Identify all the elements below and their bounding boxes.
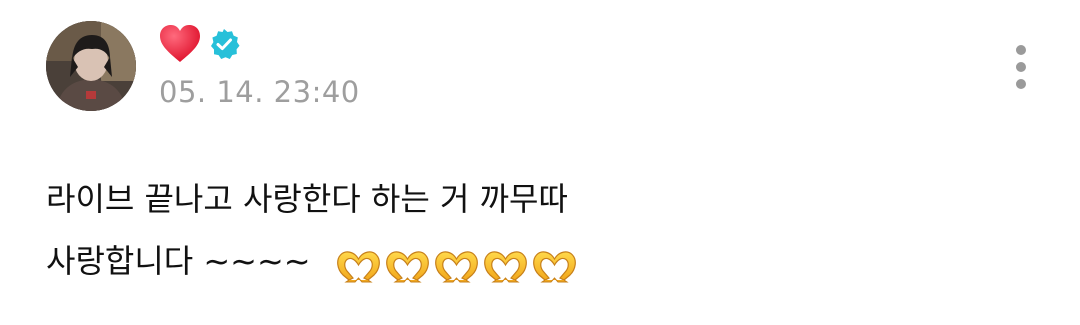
heart-hands-icon xyxy=(434,251,478,283)
more-vertical-icon xyxy=(1016,45,1026,55)
heart-icon xyxy=(158,24,202,64)
more-vertical-icon-dot xyxy=(1016,79,1026,89)
more-options-button[interactable] xyxy=(1004,40,1038,94)
more-vertical-icon-dot xyxy=(1016,62,1026,72)
heart-hands-emoji-group xyxy=(335,232,580,294)
post-body-line-2: 사랑합니다 ~~~~ xyxy=(46,242,311,280)
author-name-row xyxy=(158,22,240,66)
post-timestamp: 05. 14. 23:40 xyxy=(159,75,360,109)
heart-hands-icon xyxy=(336,251,380,283)
post-card: 05. 14. 23:40 라이브 끝나고 사랑한다 하는 거 까무따 사랑합니… xyxy=(0,0,1080,325)
heart-hands-icon xyxy=(385,251,429,283)
post-body-line-2-container: 사랑합니다 ~~~~ xyxy=(46,230,1036,294)
heart-hands-icon xyxy=(532,251,576,283)
post-body: 라이브 끝나고 사랑한다 하는 거 까무따 사랑합니다 ~~~~ xyxy=(46,168,1036,294)
avatar[interactable] xyxy=(46,21,136,111)
verified-badge-icon xyxy=(208,28,240,60)
heart-hands-icon xyxy=(483,251,527,283)
post-body-line-1: 라이브 끝나고 사랑한다 하는 거 까무따 xyxy=(46,180,568,218)
